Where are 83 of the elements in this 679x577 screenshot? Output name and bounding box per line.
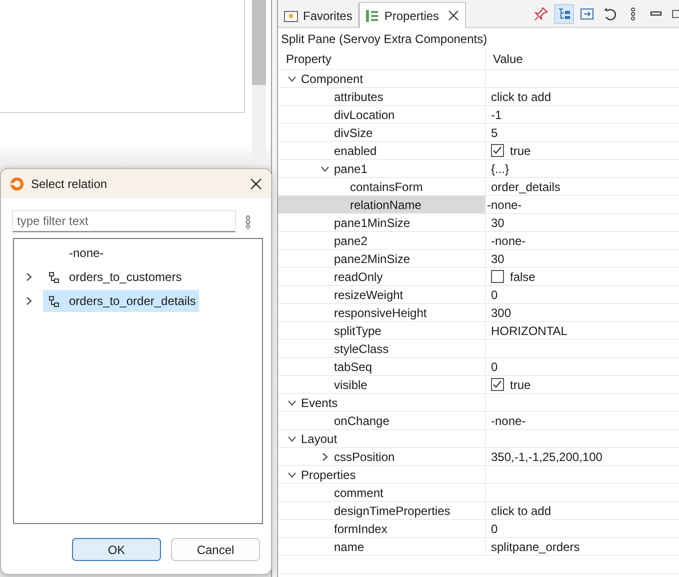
close-button[interactable] (250, 178, 262, 190)
property-value[interactable]: true (510, 378, 531, 392)
property-value[interactable]: 5 (491, 126, 498, 140)
expand-icon[interactable] (24, 272, 34, 282)
checkbox[interactable] (491, 270, 504, 283)
property-value[interactable]: splitpane_orders (491, 540, 580, 554)
undo-icon (603, 7, 617, 21)
property-value[interactable]: -none- (491, 234, 526, 248)
property-name: pane1 (334, 162, 368, 176)
link-icon (580, 7, 594, 21)
property-name: relationName (350, 198, 422, 212)
property-name: attributes (334, 90, 384, 104)
property-name: styleClass (334, 342, 389, 356)
property-name: cssPosition (334, 450, 395, 464)
property-value[interactable]: 300 (491, 306, 512, 320)
maximize-icon (669, 7, 679, 21)
tree-icon (557, 7, 571, 21)
category-label: Properties (301, 468, 356, 482)
property-name: name (334, 540, 364, 554)
property-name: comment (334, 486, 384, 500)
checkbox[interactable] (491, 378, 504, 391)
property-value[interactable]: 0 (491, 360, 498, 374)
category-label: Layout (301, 432, 338, 446)
relation-icon (48, 270, 60, 284)
property-name: divSize (334, 126, 373, 140)
dialog-button[interactable]: OK (72, 538, 161, 561)
property-name: responsiveHeight (334, 306, 427, 320)
property-name: pane1MinSize (334, 216, 410, 230)
property-value[interactable]: 0 (491, 522, 498, 536)
column-header[interactable]: Value (491, 52, 523, 66)
relation-item[interactable]: orders_to_customers (43, 266, 185, 288)
property-value[interactable]: {...} (491, 162, 510, 176)
tree-button[interactable] (554, 4, 574, 24)
app-logo-icon (10, 176, 24, 190)
filter-field[interactable]: type filter text (13, 211, 235, 232)
close-icon (250, 178, 262, 190)
property-value[interactable]: click to add (491, 504, 552, 518)
relation-icon (48, 294, 60, 308)
property-name: visible (334, 378, 368, 392)
property-value[interactable]: 30 (491, 252, 504, 266)
expand-icon[interactable] (24, 296, 34, 306)
list-icon (365, 8, 380, 22)
property-name: pane2MinSize (334, 252, 410, 266)
property-value[interactable]: 30 (491, 216, 504, 230)
property-name: splitType (334, 324, 382, 338)
selection-title: Split Pane (Servoy Extra Components) (280, 31, 488, 48)
property-value[interactable]: HORIZONTAL (491, 324, 568, 338)
property-value[interactable]: click to add (491, 90, 552, 104)
property-value[interactable]: 0 (491, 288, 498, 302)
property-name: divLocation (334, 108, 395, 122)
property-value[interactable]: -none- (491, 414, 526, 428)
check-icon (492, 379, 503, 390)
property-name: tabSeq (334, 360, 372, 374)
property-value[interactable]: true (510, 144, 531, 158)
close-icon[interactable] (448, 10, 460, 21)
property-value[interactable]: order_details (491, 180, 560, 194)
category-label: Component (301, 72, 364, 86)
property-name: containsForm (350, 180, 423, 194)
checkbox[interactable] (491, 144, 504, 157)
property-value[interactable]: 350,-1,-1,25,200,100 (491, 450, 602, 464)
column-header[interactable]: Property (278, 52, 332, 66)
check-icon (492, 145, 503, 156)
property-value[interactable]: false (510, 270, 536, 284)
property-name: onChange (334, 414, 390, 428)
category-label: Events (301, 396, 338, 410)
dialog-button[interactable]: Cancel (171, 538, 260, 561)
selected-row[interactable]: relationName (278, 196, 486, 213)
scrollbar-thumb[interactable] (252, 0, 266, 85)
relation-item[interactable]: orders_to_order_details (43, 290, 199, 312)
dialog-title: Select relation (31, 176, 108, 190)
relation-item[interactable]: -none- (43, 242, 107, 264)
property-name: enabled (334, 144, 377, 158)
property-name: designTimeProperties (334, 504, 450, 518)
property-value[interactable]: -none- (487, 198, 522, 212)
property-name: readOnly (334, 270, 383, 284)
property-value[interactable]: -1 (491, 108, 502, 122)
view-tab[interactable]: Properties (359, 2, 466, 28)
pin-icon (534, 7, 548, 21)
property-name: formIndex (334, 522, 388, 536)
menu-button[interactable] (244, 214, 252, 228)
more-icon (244, 214, 252, 228)
property-name: resizeWeight (334, 288, 404, 302)
property-name: pane2 (334, 234, 368, 248)
